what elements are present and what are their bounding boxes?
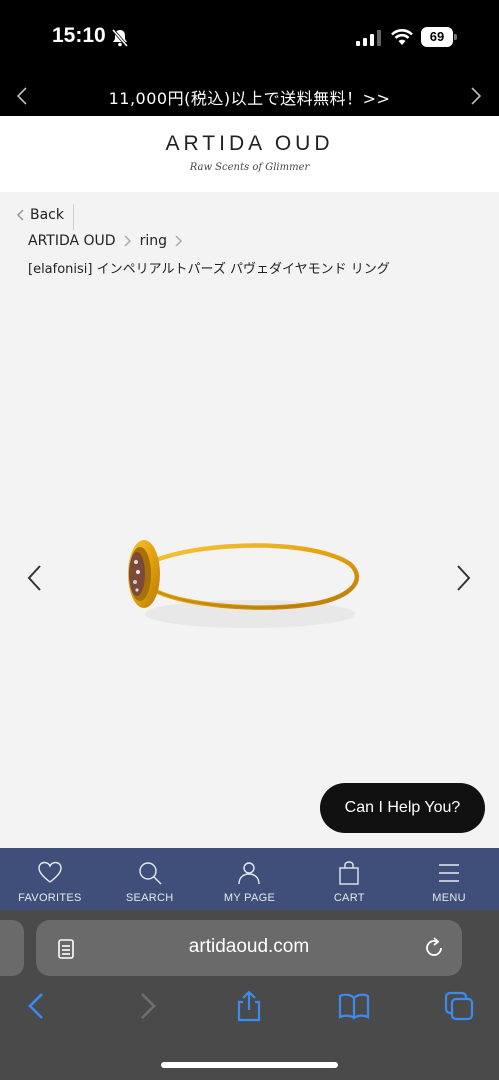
back-label: Back — [30, 207, 64, 223]
site-logo[interactable]: ARTIDA OUD — [0, 132, 499, 156]
nav-label: MY PAGE — [223, 892, 276, 904]
chat-help-button[interactable]: Can I Help You? — [320, 783, 485, 833]
chevron-right-icon — [175, 235, 183, 247]
nav-label: MENU — [432, 892, 466, 904]
bag-icon — [339, 861, 359, 885]
image-next-icon[interactable] — [452, 562, 474, 594]
promo-text[interactable]: 11,000円(税込)以上で送料無料！>> — [60, 85, 439, 109]
chevron-right-icon[interactable] — [466, 84, 486, 108]
bookmarks-icon[interactable] — [338, 990, 370, 1022]
forward-arrow-icon[interactable] — [130, 990, 162, 1022]
home-indicator[interactable] — [161, 1062, 338, 1068]
battery-indicator: 69 — [421, 27, 457, 47]
url-text[interactable]: artidaoud.com — [36, 936, 462, 958]
battery-tip — [454, 34, 457, 40]
promo-banner: 11,000円(税込)以上で送料無料！>> — [0, 76, 499, 116]
site-header: ARTIDA OUD Raw Scents of Glimmer — [0, 116, 499, 192]
back-link[interactable]: Back — [16, 207, 64, 223]
bell-muted-icon — [111, 29, 129, 47]
battery-level: 69 — [421, 27, 453, 47]
nav-item-favorites[interactable]: FAVORITES — [0, 848, 100, 910]
wifi-icon — [391, 29, 413, 45]
signal-icon — [356, 30, 381, 46]
tabs-icon[interactable] — [443, 990, 475, 1022]
user-icon — [238, 862, 261, 885]
status-time: 15:10 — [52, 24, 106, 47]
reload-icon[interactable] — [422, 936, 446, 960]
nav-label: CART — [333, 892, 365, 904]
previous-tab-peek[interactable] — [0, 920, 24, 976]
breadcrumb-item-ring[interactable]: ring — [140, 233, 167, 249]
image-prev-icon[interactable] — [24, 562, 46, 594]
bottom-nav: FAVORITES SEARCH MY PAGE CART MENU — [0, 848, 499, 910]
product-title: [elafonisi] インペリアルトパーズ パヴェダイヤモンド リング — [28, 262, 390, 277]
breadcrumb: ARTIDA OUD ring — [28, 233, 191, 249]
product-ring-image[interactable] — [100, 522, 370, 642]
heart-icon — [38, 861, 62, 883]
browser-toolbar — [0, 990, 499, 1030]
address-bar[interactable]: artidaoud.com — [36, 920, 462, 976]
share-icon[interactable] — [233, 990, 265, 1022]
chevron-left-icon[interactable] — [12, 84, 32, 108]
nav-label: SEARCH — [125, 892, 174, 904]
chevron-left-icon — [16, 209, 24, 221]
site-tagline: Raw Scents of Glimmer — [189, 162, 310, 173]
nav-item-search[interactable]: SEARCH — [100, 848, 200, 910]
search-icon — [138, 862, 162, 885]
status-bar: 15:10 69 — [0, 0, 499, 76]
product-gallery: Back ARTIDA OUD ring [elafonisi] インペリアルト… — [0, 192, 499, 848]
nav-item-cart[interactable]: CART — [299, 848, 399, 910]
breadcrumb-item-home[interactable]: ARTIDA OUD — [28, 233, 116, 249]
menu-icon — [439, 864, 460, 882]
chevron-right-icon — [124, 235, 131, 247]
browser-chrome: artidaoud.com — [0, 910, 499, 1080]
divider — [73, 204, 74, 230]
nav-item-menu[interactable]: MENU — [399, 848, 499, 910]
back-arrow-icon[interactable] — [22, 990, 54, 1022]
nav-label: FAVORITES — [18, 892, 82, 904]
nav-item-my-page[interactable]: MY PAGE — [200, 848, 300, 910]
